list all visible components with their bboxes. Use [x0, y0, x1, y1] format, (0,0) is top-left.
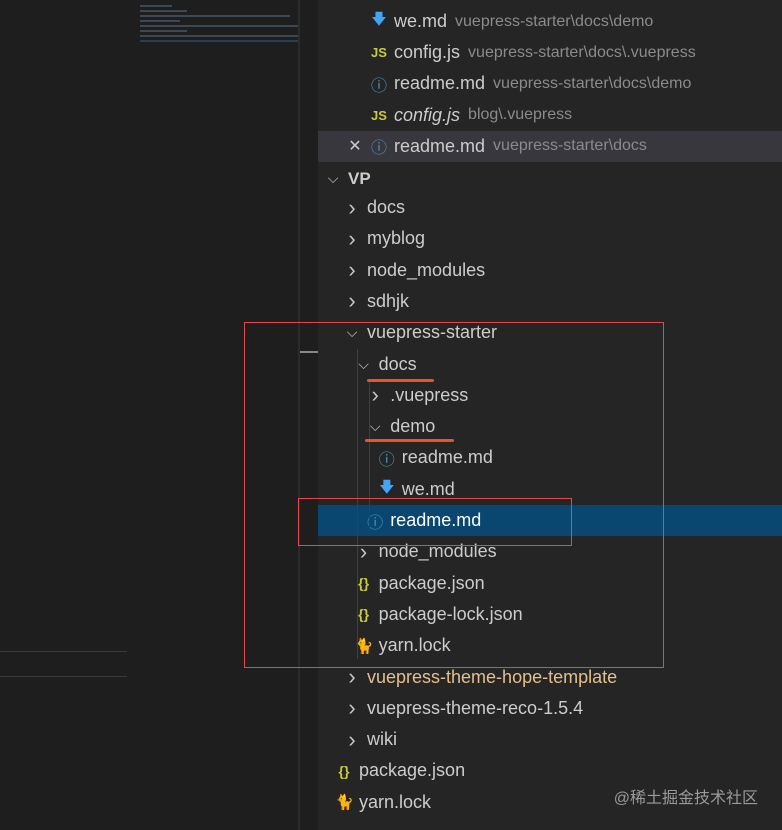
chevron-right-icon: › — [348, 726, 356, 752]
folder-item[interactable]: › .vuepress — [318, 380, 782, 411]
explorer-section-header[interactable]: ⌵ VP — [318, 163, 782, 194]
divider — [0, 676, 127, 677]
chevron-right-icon: › — [348, 194, 356, 220]
folder-item[interactable]: › myblog — [318, 223, 782, 254]
file-name: readme.md — [394, 73, 486, 94]
open-editor-item[interactable]: ⓘ readme.md vuepress-starter\docs\demo — [318, 68, 782, 99]
item-label: node_modules — [367, 259, 486, 280]
open-editor-item[interactable]: 🡇 we.md vuepress-starter\docs\demo — [318, 6, 782, 37]
info-icon: ⓘ — [370, 140, 387, 158]
chevron-down-icon: ⌵ — [346, 324, 358, 341]
workspace-title: VP — [348, 168, 371, 188]
file-path: vuepress-starter\docs\demo — [493, 74, 692, 92]
folder-item[interactable]: › wiki — [318, 724, 782, 755]
item-label: package.json — [378, 572, 485, 593]
open-editor-item[interactable]: ✕ ⓘ readme.md vuepress-starter\docs — [318, 130, 782, 162]
file-item[interactable]: ⓘ readme.md — [318, 505, 782, 536]
annotation-underline — [365, 439, 454, 442]
chevron-right-icon: › — [348, 225, 356, 251]
folder-item[interactable]: ⌵ docs — [318, 349, 782, 380]
item-label: .vuepress — [390, 384, 469, 405]
item-label: docs — [367, 197, 406, 217]
folder-item[interactable]: › vuepress-theme-hope-template — [318, 662, 782, 693]
item-label: readme.md — [401, 447, 493, 468]
scroll-marker — [300, 351, 318, 353]
item-label: vuepress-theme-hope-template — [367, 666, 618, 687]
item-label: node_modules — [378, 541, 497, 562]
open-editor-item[interactable]: JS config.js blog\.vuepress — [318, 100, 782, 131]
folder-item[interactable]: ⌵ vuepress-starter — [318, 317, 782, 348]
item-label: docs — [378, 353, 417, 374]
chevron-down-icon: ⌵ — [327, 170, 339, 186]
item-label: vuepress-starter — [367, 322, 498, 343]
item-label: wiki — [367, 729, 397, 750]
item-label: we.md — [401, 478, 455, 499]
item-label: package.json — [359, 760, 466, 781]
file-item[interactable]: 🡇 we.md — [318, 474, 782, 505]
file-name: config.js — [394, 104, 461, 125]
file-item[interactable]: {} package.json — [318, 755, 782, 786]
yarn-icon: 🐈 — [335, 794, 354, 812]
file-path: vuepress-starter\docs\demo — [455, 12, 654, 30]
folder-item[interactable]: › node_modules — [318, 536, 782, 567]
item-label: yarn.lock — [359, 791, 432, 812]
item-label: package-lock.json — [378, 603, 523, 624]
file-path: vuepress-starter\docs\.vuepress — [468, 43, 696, 61]
file-name: we.md — [394, 11, 448, 31]
close-icon[interactable]: ✕ — [346, 136, 364, 156]
js-icon: JS — [371, 45, 387, 61]
folder-item[interactable]: › sdhjk — [318, 286, 782, 317]
folder-item[interactable]: › vuepress-theme-reco-1.5.4 — [318, 693, 782, 724]
item-label: readme.md — [390, 510, 482, 530]
chevron-right-icon: › — [348, 664, 356, 689]
file-name: readme.md — [394, 135, 486, 156]
open-editor-item[interactable]: JS config.js vuepress-starter\docs\.vuepre… — [318, 37, 782, 68]
indent-guide — [357, 349, 358, 659]
sash[interactable] — [298, 0, 300, 830]
indent-guide — [369, 380, 370, 535]
item-label: sdhjk — [367, 290, 410, 311]
item-label: vuepress-theme-reco-1.5.4 — [367, 697, 584, 718]
js-icon: JS — [371, 107, 387, 123]
folder-item[interactable]: ⌵ demo — [318, 411, 782, 442]
json-braces-icon: {} — [338, 762, 350, 779]
file-item[interactable]: {} package.json — [318, 568, 782, 599]
file-item[interactable]: ⓘ readme.md — [318, 442, 782, 473]
chevron-right-icon: › — [348, 257, 356, 283]
markdown-icon: 🡇 — [371, 11, 387, 28]
annotation-underline — [367, 379, 434, 382]
info-icon: ⓘ — [370, 77, 387, 95]
markdown-icon: 🡇 — [379, 478, 395, 496]
file-path: blog\.vuepress — [468, 106, 573, 124]
item-label: yarn.lock — [378, 635, 451, 656]
chevron-right-icon: › — [348, 288, 356, 314]
file-name: config.js — [394, 42, 461, 63]
editor-area — [0, 0, 318, 830]
folder-item[interactable]: › docs — [318, 192, 782, 223]
info-icon: ⓘ — [378, 451, 395, 469]
watermark: @稀土掘金技术社区 — [613, 790, 758, 807]
folder-item[interactable]: › node_modules — [318, 255, 782, 286]
file-path: vuepress-starter\docs — [493, 137, 647, 155]
file-item[interactable]: {} package-lock.json — [318, 599, 782, 630]
file-item[interactable]: 🐈 yarn.lock — [318, 630, 782, 661]
item-label: demo — [390, 416, 436, 437]
item-label: myblog — [367, 228, 426, 249]
chevron-right-icon: › — [348, 695, 356, 721]
divider — [0, 651, 127, 652]
minimap-code — [140, 2, 298, 44]
